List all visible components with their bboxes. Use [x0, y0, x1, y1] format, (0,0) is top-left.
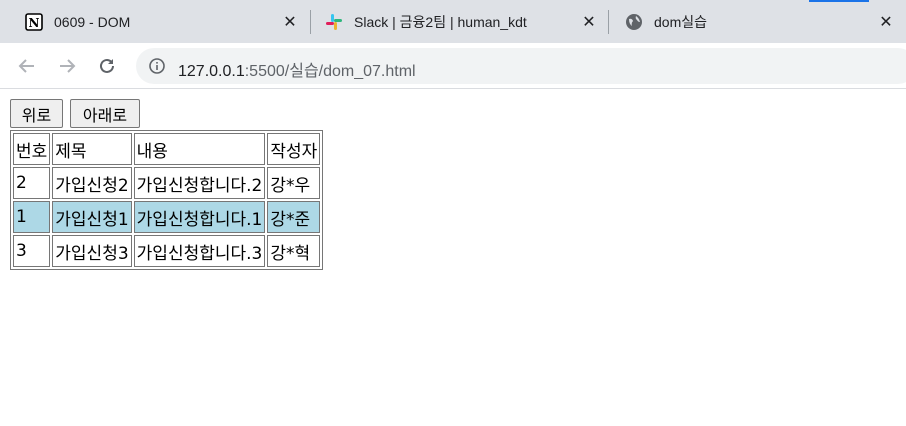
- forward-arrow-icon[interactable]: [54, 53, 80, 79]
- table-cell: 강*준: [267, 201, 321, 233]
- globe-icon: [624, 12, 644, 32]
- browser-toolbar: 127.0.0.1:5500/실습/dom_07.html: [0, 43, 906, 89]
- url-host: 127.0.0.1: [178, 63, 245, 80]
- table-header: 제목: [52, 133, 132, 165]
- tab-separator: [310, 10, 311, 34]
- table-cell: 2: [13, 167, 51, 199]
- table-header-row: 번호 제목 내용 작성자: [13, 133, 321, 165]
- posts-table: 번호 제목 내용 작성자 2 가입신청2 가입신청합니다.2 강*우 1 가입신…: [10, 130, 324, 270]
- table-cell: 가입신청2: [52, 167, 132, 199]
- tab-strip: N 0609 - DOM ✕ Slack | 금융2팀 | human_kdt …: [0, 0, 906, 43]
- table-cell: 가입신청1: [52, 201, 132, 233]
- table-row[interactable]: 2 가입신청2 가입신청합니다.2 강*우: [13, 167, 321, 199]
- tab-title: 0609 - DOM: [54, 13, 131, 30]
- page-content: 위로 아래로 번호 제목 내용 작성자 2 가입신청2 가입신청합니다.2 강*…: [0, 89, 906, 426]
- svg-text:N: N: [29, 16, 40, 30]
- close-icon[interactable]: ✕: [876, 11, 896, 31]
- close-icon[interactable]: ✕: [579, 11, 599, 31]
- back-arrow-icon[interactable]: [14, 53, 40, 79]
- table-row-selected[interactable]: 1 가입신청1 가입신청합니다.1 강*준: [13, 201, 321, 233]
- info-icon[interactable]: [148, 57, 166, 75]
- table-row[interactable]: 3 가입신청3 가입신청합니다.3 강*혁: [13, 235, 321, 267]
- move-down-button[interactable]: 아래로: [70, 99, 140, 128]
- table-cell: 가입신청합니다.3: [133, 235, 266, 267]
- tab-dom-practice[interactable]: dom실습 ✕: [624, 0, 906, 43]
- table-cell: 가입신청합니다.1: [133, 201, 266, 233]
- table-cell: 강*혁: [267, 235, 321, 267]
- address-bar[interactable]: 127.0.0.1:5500/실습/dom_07.html: [136, 48, 906, 84]
- table-cell: 강*우: [267, 167, 321, 199]
- move-up-button[interactable]: 위로: [10, 99, 63, 128]
- tab-separator: [608, 10, 609, 34]
- url-text: 127.0.0.1:5500/실습/dom_07.html: [178, 57, 416, 81]
- url-path: :5500/실습/dom_07.html: [244, 63, 416, 80]
- table-header: 내용: [133, 133, 266, 165]
- table-cell: 가입신청합니다.2: [133, 167, 266, 199]
- slack-icon: [324, 12, 344, 32]
- table-cell: 3: [13, 235, 51, 267]
- table-cell: 가입신청3: [52, 235, 132, 267]
- tab-title: dom실습: [654, 13, 707, 30]
- reload-icon[interactable]: [94, 53, 120, 79]
- tab-notion[interactable]: N 0609 - DOM ✕: [24, 0, 308, 43]
- notion-icon: N: [24, 12, 44, 32]
- tab-title: Slack | 금융2팀 | human_kdt: [354, 13, 527, 30]
- table-header: 번호: [13, 133, 51, 165]
- close-icon[interactable]: ✕: [280, 11, 300, 31]
- table-cell: 1: [13, 201, 51, 233]
- table-header: 작성자: [267, 133, 321, 165]
- tab-slack[interactable]: Slack | 금융2팀 | human_kdt ✕: [324, 0, 608, 43]
